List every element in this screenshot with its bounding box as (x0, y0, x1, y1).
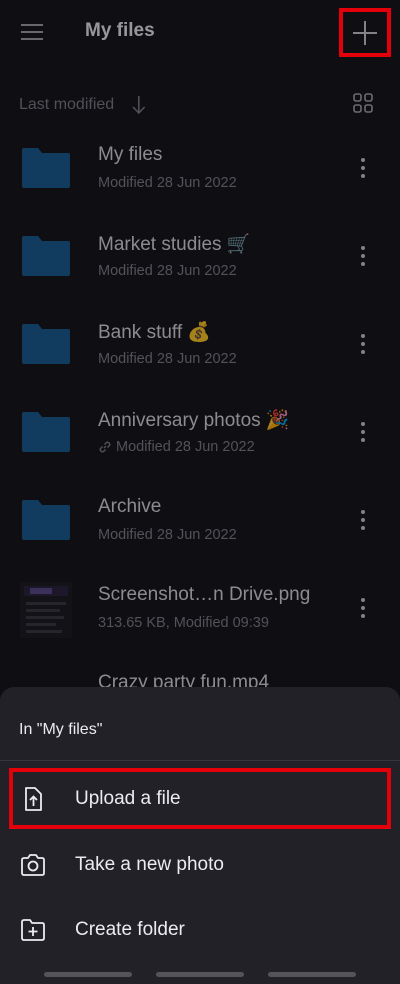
create-folder-icon (21, 919, 45, 941)
divider (0, 760, 400, 761)
system-nav-bar (0, 968, 400, 984)
bottom-sheet: In "My files" Upload a file Take a new p… (0, 687, 400, 984)
camera-icon (21, 854, 45, 876)
highlight-box (9, 768, 391, 829)
create-folder-button[interactable]: Create folder (0, 900, 400, 960)
take-photo-button[interactable]: Take a new photo (0, 835, 400, 895)
nav-indicator (44, 972, 132, 977)
nav-indicator (268, 972, 356, 977)
highlight-box (339, 8, 391, 57)
sheet-title: In "My files" (19, 721, 103, 738)
action-label: Take a new photo (75, 854, 224, 875)
action-label: Create folder (75, 919, 185, 940)
nav-indicator (156, 972, 244, 977)
